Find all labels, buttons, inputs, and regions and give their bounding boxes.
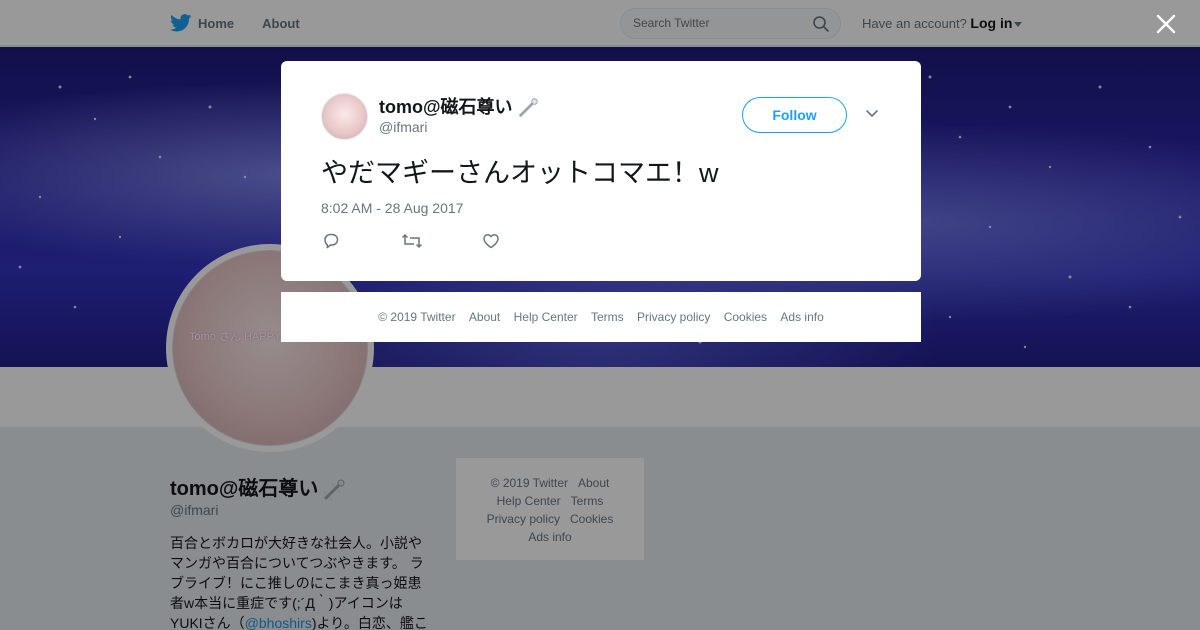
reply-action[interactable]	[321, 231, 401, 251]
chevron-down-icon[interactable]	[865, 109, 879, 119]
tweet-timestamp[interactable]: 8:02 AM - 28 Aug 2017	[321, 200, 463, 216]
tweet-author-name[interactable]: tomo@磁石尊い	[379, 93, 540, 120]
tweet-author-handle[interactable]: @ifmari	[379, 119, 427, 135]
tweet-author-avatar[interactable]	[321, 93, 368, 140]
like-action[interactable]	[481, 231, 561, 251]
reply-icon[interactable]	[321, 231, 341, 251]
follow-button[interactable]: Follow	[742, 97, 847, 133]
modal-footer-terms-link[interactable]: Terms	[591, 310, 624, 324]
tweet-text: やだマギーさんオットコマエ！w	[321, 158, 719, 188]
modal-footer-privacy-link[interactable]: Privacy policy	[637, 310, 710, 324]
retweet-icon[interactable]	[401, 231, 423, 251]
tweet-modal: tomo@磁石尊い @ifmari Follow やだマギーさんオットコマエ！w…	[281, 61, 921, 281]
modal-footer-about-link[interactable]: About	[469, 310, 500, 324]
modal-footer: © 2019 Twitter About Help Center Terms P…	[281, 292, 921, 342]
modal-footer-cookies-link[interactable]: Cookies	[724, 310, 767, 324]
tweet-actions	[321, 231, 561, 251]
modal-footer-help-link[interactable]: Help Center	[514, 310, 578, 324]
modal-footer-copyright: © 2019 Twitter	[378, 310, 456, 324]
close-icon[interactable]	[1154, 12, 1178, 36]
retweet-action[interactable]	[401, 231, 481, 251]
tweet-author-name-text[interactable]: tomo@磁石尊い	[379, 97, 513, 117]
modal-footer-ads-link[interactable]: Ads info	[780, 310, 823, 324]
like-icon[interactable]	[481, 231, 501, 251]
pin-emoji-icon	[518, 98, 538, 118]
